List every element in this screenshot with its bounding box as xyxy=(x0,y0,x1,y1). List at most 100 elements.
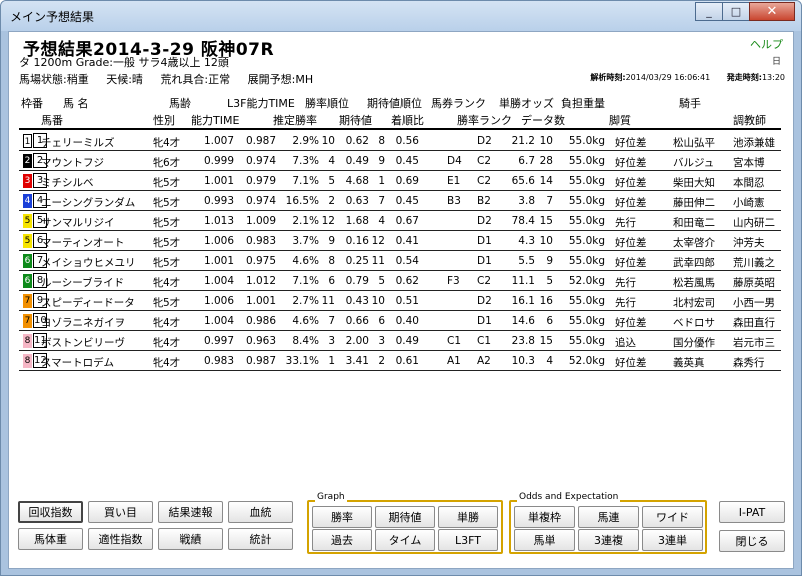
horse-weight-button[interactable]: 馬体重 xyxy=(18,528,83,550)
table-row[interactable]: 2 2 マウントフジ牝 6才 0.999 0.974 7.3% 4 0.49 9 0.45 D4 C2 6… xyxy=(19,151,781,171)
col-est-win: 推定勝率 xyxy=(273,114,317,127)
trainer: 池添兼雄 xyxy=(733,137,775,149)
l3f-time: 1.006 xyxy=(203,235,234,247)
jockey: 太宰啓介 xyxy=(673,237,715,249)
table-row[interactable]: 7 9 スピーディードータ牝 5才 1.006 1.001 2.7% 11 0.43 10 0.51… xyxy=(19,291,781,311)
ev-order: 12 xyxy=(371,235,385,247)
odds-win-place-bracket-button[interactable]: 単複枠 xyxy=(514,506,575,528)
expected-value: 0.62 xyxy=(345,135,369,147)
win-rank: C1 xyxy=(477,335,492,347)
horse-name: メイショウヒメユリ xyxy=(41,257,136,269)
statistics-button[interactable]: 統計 xyxy=(228,528,293,550)
aptitude-index-button[interactable]: 適性指数 xyxy=(88,528,153,550)
finish-ratio: 0.56 xyxy=(395,135,419,147)
col-finish-ratio: 着順比 xyxy=(391,114,424,127)
table-row[interactable]: 4 4 エーシングランダム牝 5才 0.993 0.974 16.5% 2 0.63 7 0.45 B… xyxy=(19,191,781,211)
odds-wide-button[interactable]: ワイド xyxy=(642,506,703,528)
carried-weight: 55.0kg xyxy=(568,175,605,187)
age: 5才 xyxy=(163,177,181,189)
finish-ratio: 0.61 xyxy=(395,355,419,367)
est-win-rate: 33.1% xyxy=(285,355,319,367)
horse-name: マーティンオート xyxy=(41,237,125,249)
graph-win-button[interactable]: 単勝 xyxy=(438,506,498,528)
est-win-rate: 4.6% xyxy=(292,315,319,327)
close-button[interactable]: ✕ xyxy=(749,2,795,21)
horse-name: スマートロデム xyxy=(41,357,114,369)
win-rate-order: 10 xyxy=(321,135,335,147)
horse-name: マウントフジ xyxy=(41,157,104,169)
age: 4才 xyxy=(163,357,181,369)
win-odds: 10.3 xyxy=(511,355,535,367)
finish-ratio: 0.40 xyxy=(395,315,419,327)
graph-past-button[interactable]: 過去 xyxy=(312,529,372,551)
results-flash-button[interactable]: 結果速報 xyxy=(158,501,223,523)
table-row[interactable]: 6 8 ルーシーブライド牝 4才 1.004 1.012 7.1% 6 0.79 5 0.62 F3 C… xyxy=(19,271,781,291)
finish-ratio: 0.67 xyxy=(395,215,419,227)
jockey: ベドロサ xyxy=(673,317,715,329)
graph-expected-value-button[interactable]: 期待値 xyxy=(375,506,435,528)
ticket-rank: C1 xyxy=(447,335,462,347)
table-row[interactable]: 1 1 チェリーミルズ牝 4才 1.007 0.987 2.9% 10 0.62 8 0.56 D2 2… xyxy=(19,131,781,151)
ticket-rank: B3 xyxy=(447,195,461,207)
finish-ratio: 0.54 xyxy=(395,255,419,267)
analysis-time: 2014/03/29 16:06:41 xyxy=(625,73,711,82)
recovery-index-button[interactable]: 回収指数 xyxy=(18,501,83,523)
buy-tickets-button[interactable]: 買い目 xyxy=(88,501,153,523)
data-count: 9 xyxy=(546,255,553,267)
running-style: 先行 xyxy=(615,297,636,309)
minimize-button[interactable]: _ xyxy=(695,2,723,21)
l3f-time: 1.001 xyxy=(203,175,234,187)
weather: 天候:晴 xyxy=(106,73,143,86)
win-rate-order: 6 xyxy=(328,275,335,287)
help-link[interactable]: ヘルプ xyxy=(750,36,783,52)
table-row[interactable]: 7 10 ヨゾラニネガイヲ牝 4才 1.004 0.986 4.6% 7 0.66 6 0.40 D1… xyxy=(19,311,781,331)
col-ev: 期待値 xyxy=(339,114,372,127)
ev-order: 2 xyxy=(378,355,385,367)
table-row[interactable]: 8 11 ボストンビリーヴ牝 4才 0.997 0.963 8.4% 3 2.00 3 0.49 C1… xyxy=(19,331,781,351)
table-row[interactable]: 5 6 マーティンオート牝 5才 1.006 0.983 3.7% 9 0.16 12 0.41 D1… xyxy=(19,231,781,251)
race-record-button[interactable]: 戦績 xyxy=(158,528,223,550)
results-table: 1 1 チェリーミルズ牝 4才 1.007 0.987 2.9% 10 0.62 8 0.56 D2 2… xyxy=(19,131,781,371)
minimize-pane-icon[interactable]: 日 xyxy=(772,54,781,67)
trainer: 荒川義之 xyxy=(733,257,775,269)
race-conditions: タ 1200m Grade:一般 サラ4歳以上 12頭 xyxy=(19,56,229,69)
odds-quinella-button[interactable]: 馬連 xyxy=(578,506,639,528)
running-style: 好位差 xyxy=(615,257,647,269)
table-row[interactable]: 8 12 スマートロデム牝 4才 0.983 0.987 33.1% 1 3.41 2 0.61 A1… xyxy=(19,351,781,371)
title-bar[interactable]: メイン予想結果 _ □ ✕ xyxy=(1,1,801,31)
ev-order: 5 xyxy=(378,275,385,287)
table-row[interactable]: 6 7 メイショウヒメユリ牝 5才 1.001 0.975 4.6% 8 0.25 11 0.54 D… xyxy=(19,251,781,271)
win-odds: 23.8 xyxy=(511,335,535,347)
maximize-button[interactable]: □ xyxy=(722,2,750,21)
ability-time: 0.975 xyxy=(245,255,276,267)
graph-time-button[interactable]: タイム xyxy=(375,529,435,551)
sex: 牝 xyxy=(153,297,164,309)
odds-exacta-button[interactable]: 馬単 xyxy=(514,529,575,551)
close-dialog-button[interactable]: 閉じる xyxy=(719,530,785,552)
table-row[interactable]: 5 5 サンマルリジイ牝 5才 1.013 1.009 2.1% 12 1.68 4 0.67 D2 7… xyxy=(19,211,781,231)
expected-value: 0.43 xyxy=(345,295,369,307)
ev-order: 10 xyxy=(371,295,385,307)
est-win-rate: 7.1% xyxy=(292,175,319,187)
graph-win-rate-button[interactable]: 勝率 xyxy=(312,506,372,528)
expected-value: 0.49 xyxy=(345,155,369,167)
table-row[interactable]: 3 3 ミチシルベ牝 5才 1.001 0.979 7.1% 5 4.68 1 0.69 E1 C2 65… xyxy=(19,171,781,191)
odds-trifecta-button[interactable]: 3連単 xyxy=(642,529,703,551)
data-count: 28 xyxy=(539,155,553,167)
carried-weight: 52.0kg xyxy=(568,275,605,287)
running-style: 好位差 xyxy=(615,157,647,169)
ability-time: 1.001 xyxy=(245,295,276,307)
running-style: 好位差 xyxy=(615,197,647,209)
col-data-count: データ数 xyxy=(521,114,565,127)
expected-value: 4.68 xyxy=(345,175,369,187)
trainer: 藤原英昭 xyxy=(733,277,775,289)
ipat-button[interactable]: I-PAT xyxy=(719,501,785,523)
win-rate-order: 5 xyxy=(328,175,335,187)
age: 4才 xyxy=(163,337,181,349)
odds-trio-button[interactable]: 3連複 xyxy=(578,529,639,551)
jockey: 義英真 xyxy=(673,357,705,369)
pedigree-button[interactable]: 血統 xyxy=(228,501,293,523)
carried-weight: 55.0kg xyxy=(568,295,605,307)
graph-l3ft-button[interactable]: L3FT xyxy=(438,529,498,551)
col-trainer: 調教師 xyxy=(733,114,766,127)
